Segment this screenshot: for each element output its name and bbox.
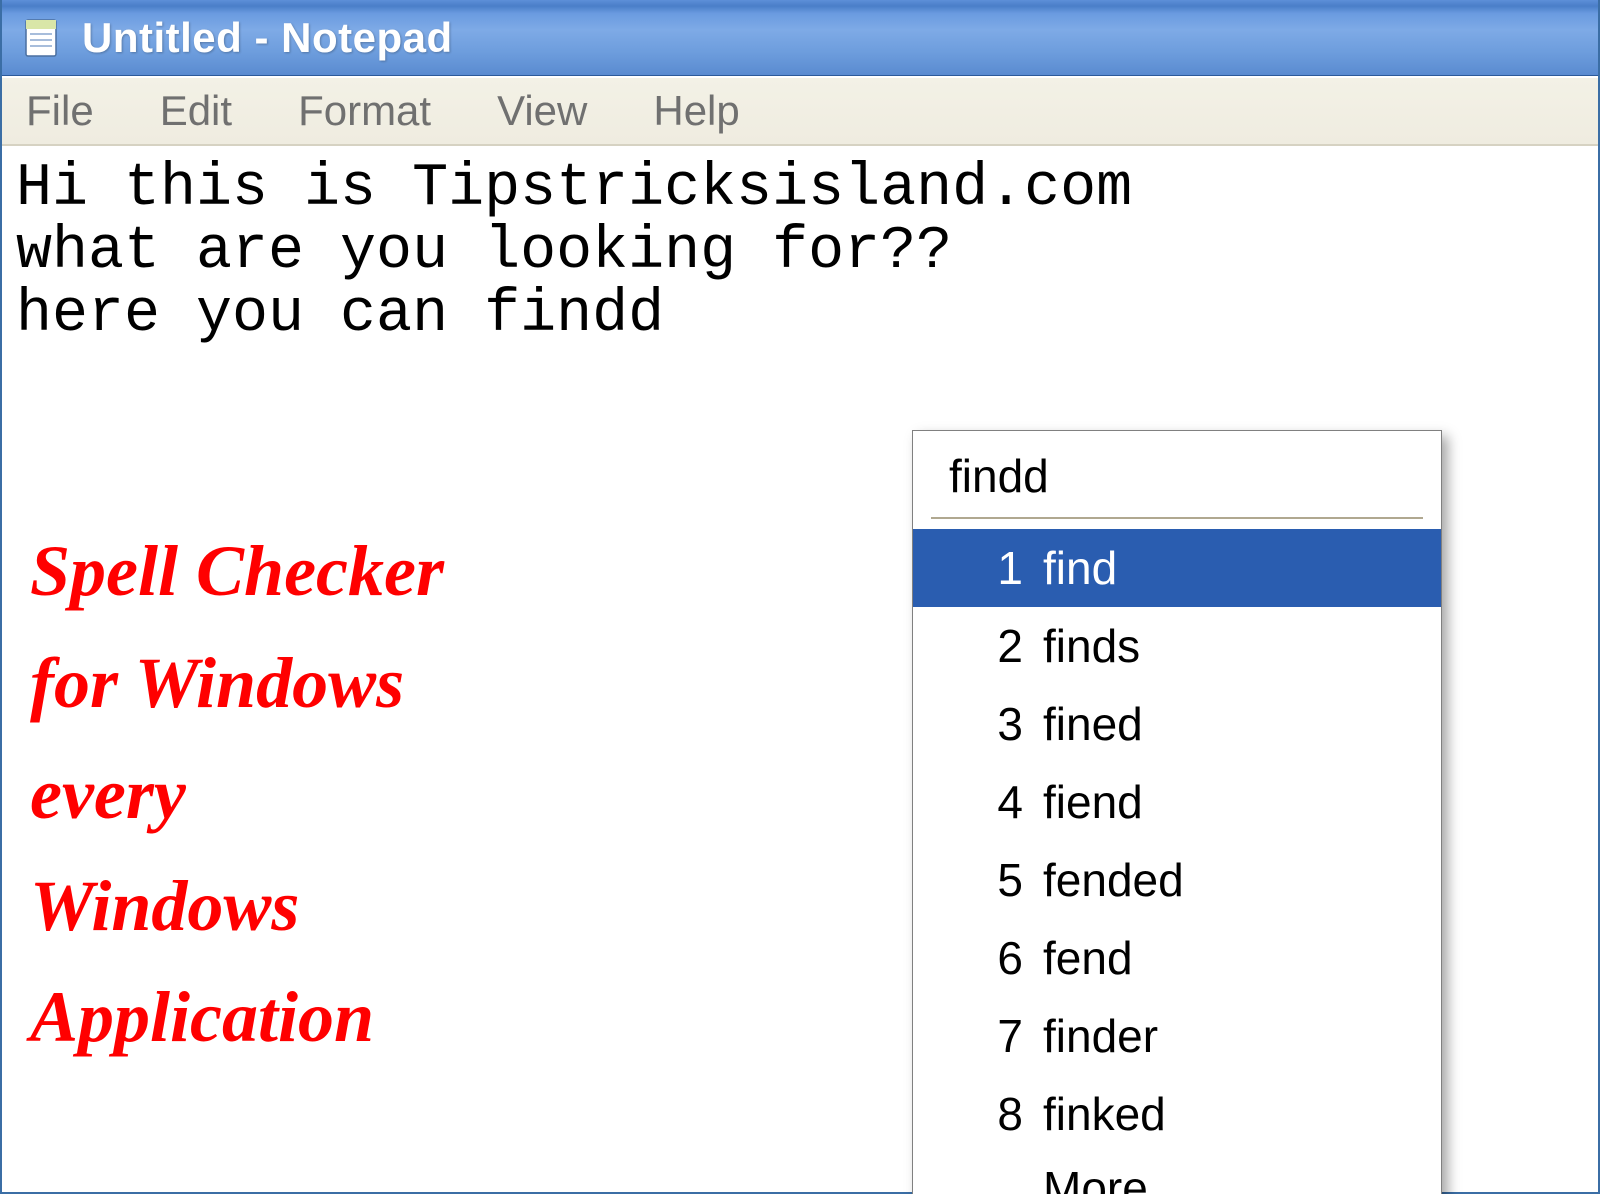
- spellcheck-suggestion[interactable]: 3 fined: [913, 685, 1441, 763]
- doc-line-3: here you can findd: [16, 281, 664, 349]
- menu-help[interactable]: Help: [637, 83, 755, 139]
- suggestion-word: find: [1043, 541, 1117, 595]
- suggestion-number: 7: [983, 1009, 1023, 1063]
- overlay-line-4: Windows: [30, 851, 444, 963]
- spellcheck-suggestion[interactable]: 4 fiend: [913, 763, 1441, 841]
- suggestion-number: 4: [983, 775, 1023, 829]
- overlay-line-3: every: [30, 739, 444, 851]
- text-area[interactable]: Hi this is Tipstricksisland.com what are…: [2, 146, 1598, 1192]
- spellcheck-more-label: More: [1043, 1161, 1148, 1194]
- menubar: File Edit Format View Help: [2, 76, 1598, 146]
- menu-view[interactable]: View: [481, 83, 603, 139]
- suggestion-number: 1: [983, 541, 1023, 595]
- suggestion-number: 2: [983, 619, 1023, 673]
- overlay-line-5: Application: [30, 962, 444, 1074]
- spellcheck-suggestion[interactable]: 6 fend: [913, 919, 1441, 997]
- spellcheck-suggestion[interactable]: 2 finds: [913, 607, 1441, 685]
- doc-line-2: what are you looking for??: [16, 218, 952, 286]
- spellcheck-popup: findd 1 find 2 finds 3 fined 4 fiend: [912, 430, 1442, 1194]
- overlay-line-2: for Windows: [30, 628, 444, 740]
- spellcheck-suggestion-list: 1 find 2 finds 3 fined 4 fiend 5 fende: [913, 529, 1441, 1153]
- suggestion-word: fined: [1043, 697, 1143, 751]
- overlay-caption: Spell Checker for Windows every Windows …: [30, 516, 444, 1074]
- spellcheck-divider: [931, 517, 1423, 519]
- doc-line-1: Hi this is Tipstricksisland.com: [16, 155, 1132, 223]
- overlay-line-1: Spell Checker: [30, 516, 444, 628]
- suggestion-number: 3: [983, 697, 1023, 751]
- menu-format[interactable]: Format: [282, 83, 447, 139]
- menu-file[interactable]: File: [10, 83, 110, 139]
- menu-edit[interactable]: Edit: [144, 83, 248, 139]
- suggestion-word: finked: [1043, 1087, 1166, 1141]
- spellcheck-suggestion[interactable]: 7 finder: [913, 997, 1441, 1075]
- suggestion-number: 8: [983, 1087, 1023, 1141]
- window-title: Untitled - Notepad: [82, 14, 453, 62]
- spellcheck-misspelled-word: findd: [913, 431, 1441, 511]
- suggestion-number: 5: [983, 853, 1023, 907]
- suggestion-number: 6: [983, 931, 1023, 985]
- notepad-icon: [20, 16, 64, 60]
- spellcheck-more[interactable]: More: [913, 1153, 1441, 1194]
- titlebar[interactable]: Untitled - Notepad: [2, 0, 1598, 76]
- notepad-window: Untitled - Notepad File Edit Format View…: [0, 0, 1600, 1194]
- document-text[interactable]: Hi this is Tipstricksisland.com what are…: [16, 158, 1584, 347]
- spellcheck-suggestion[interactable]: 5 fended: [913, 841, 1441, 919]
- suggestion-word: fend: [1043, 931, 1133, 985]
- spellcheck-suggestion[interactable]: 8 finked: [913, 1075, 1441, 1153]
- spellcheck-suggestion[interactable]: 1 find: [913, 529, 1441, 607]
- suggestion-word: finder: [1043, 1009, 1158, 1063]
- suggestion-word: finds: [1043, 619, 1140, 673]
- suggestion-word: fiend: [1043, 775, 1143, 829]
- suggestion-word: fended: [1043, 853, 1184, 907]
